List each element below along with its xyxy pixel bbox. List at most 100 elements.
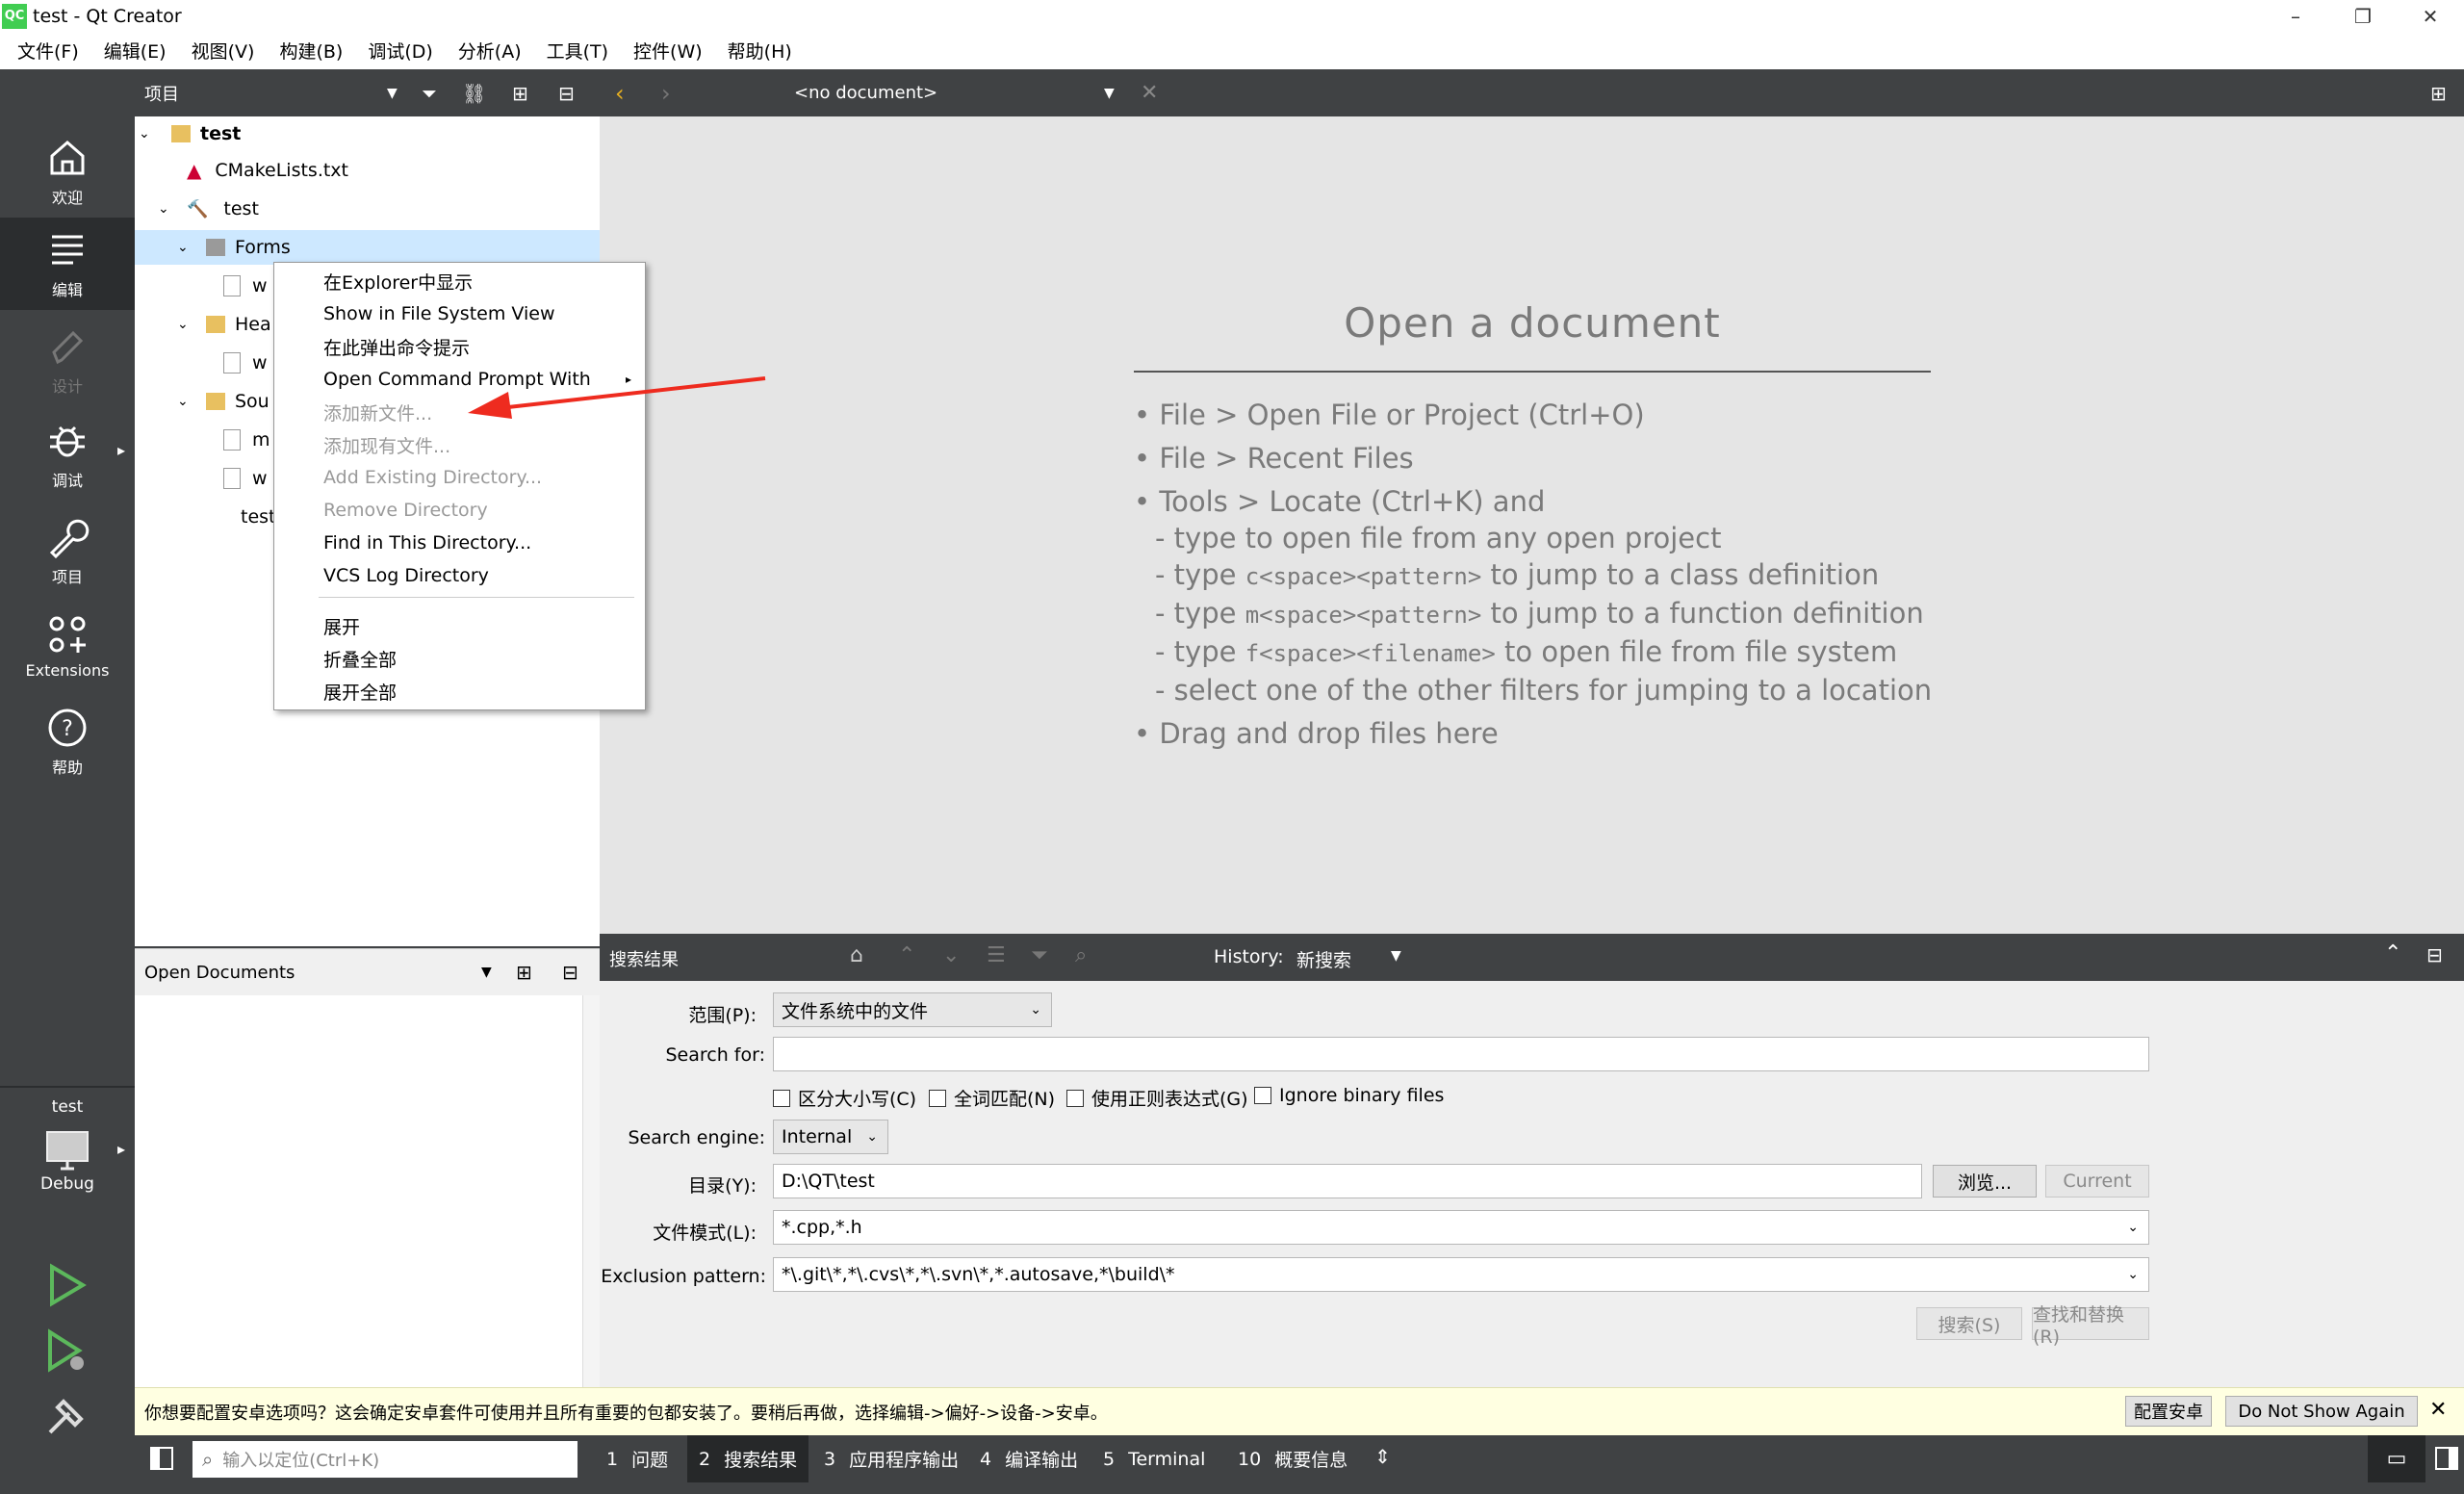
chevron-down-icon[interactable]: ⌄ [158,201,177,217]
tree-item-source-file[interactable]: m [223,423,270,457]
output-tab-compile-output[interactable]: 4 编译输出 [968,1435,1090,1482]
mode-debug[interactable]: 调试 ▸ [0,408,135,501]
chevron-down-icon[interactable]: ▼ [387,86,398,101]
ignore-binary-checkbox[interactable]: Ignore binary files [1254,1085,1444,1106]
case-sensitive-checkbox[interactable]: 区分大小写(C) [773,1085,916,1111]
mode-extensions[interactable]: Extensions [0,599,135,691]
menu-item-add-existing-files[interactable]: 添加现有文件... [323,430,631,459]
current-button[interactable]: Current [2045,1165,2149,1198]
split-icon[interactable]: ⊞ [2430,82,2447,105]
tree-item-forms[interactable]: ⌄ Forms [135,230,600,265]
menu-analyze[interactable]: 分析(A) [458,38,522,64]
tree-item-test[interactable]: test [241,500,276,534]
close-panel-icon[interactable]: ⊟ [2426,943,2443,966]
output-tab-terminal[interactable]: 5 Terminal [1091,1435,1217,1482]
menu-tools[interactable]: 工具(T) [547,38,608,64]
exclusion-pattern-input[interactable]: *\.git\*,*\.cvs\*,*\.svn\*,*.autosave,*\… [773,1257,2149,1292]
mode-projects[interactable]: 项目 [0,504,135,597]
mode-edit[interactable]: 编辑 [0,218,135,310]
menu-item-expand-all[interactable]: 展开全部 [323,677,631,706]
menu-item-show-in-explorer[interactable]: 在Explorer中显示 [323,267,631,296]
menu-file[interactable]: 文件(F) [17,38,79,64]
tree-item-header-file[interactable]: w [223,346,268,380]
previous-icon[interactable]: ⌃ [898,943,915,967]
output-tab-general-messages[interactable]: 10 概要信息 [1226,1435,1359,1482]
forward-arrow-icon[interactable]: › [661,80,671,107]
menu-item-command-prompt[interactable]: 在此弹出命令提示 [323,332,631,361]
more-tabs-icon[interactable]: ⇕ [1374,1445,1391,1468]
link-icon[interactable]: ⛓ [462,82,486,105]
find-replace-button[interactable]: 查找和替换(R) [2032,1304,2149,1348]
menu-item-show-in-file-system[interactable]: Show in File System View [323,299,631,328]
regex-checkbox[interactable]: 使用正则表达式(G) [1066,1085,1248,1111]
chevron-down-icon[interactable]: ⌄ [177,394,196,409]
output-tab-application-output[interactable]: 3 应用程序输出 [812,1435,970,1482]
browse-button[interactable]: 浏览... [1933,1165,2037,1198]
close-panel-icon[interactable]: ⊟ [562,961,578,984]
kit-selector[interactable]: Debug ▸ [0,1126,135,1213]
document-selector[interactable]: <no document> [794,83,937,103]
search-for-input[interactable] [773,1037,2149,1071]
minimize-button[interactable]: – [2262,0,2329,32]
menu-item-find-in-directory[interactable]: Find in This Directory... [323,528,631,557]
menu-item-collapse-all[interactable]: 折叠全部 [323,644,631,673]
mode-welcome[interactable]: 欢迎 [0,125,135,218]
close-panel-icon[interactable]: ⊟ [558,82,575,105]
chevron-down-icon[interactable]: ⌄ [177,240,196,255]
menu-build[interactable]: 构建(B) [279,38,343,64]
expand-icon[interactable]: ☰ [987,943,1006,967]
split-icon[interactable]: ⊞ [516,961,532,984]
close-icon[interactable]: ✕ [2429,1398,2447,1422]
tree-item-target[interactable]: ⌄ 🔨 test [158,192,259,226]
output-tab-issues[interactable]: 1 问题 [595,1435,680,1482]
split-icon[interactable]: ⊞ [512,82,528,105]
restore-button[interactable]: ❐ [2329,0,2397,32]
next-icon[interactable]: ⌄ [942,943,960,967]
chevron-down-icon[interactable]: ⌄ [139,126,158,142]
menu-controls[interactable]: 控件(W) [633,38,703,64]
chevron-down-icon[interactable]: ▼ [1391,948,1401,964]
do-not-show-again-button[interactable]: Do Not Show Again [2225,1396,2418,1427]
mode-design[interactable]: 设计 [0,314,135,406]
whole-words-checkbox[interactable]: 全词匹配(N) [929,1085,1055,1111]
menu-item-remove-directory[interactable]: Remove Directory [323,496,631,525]
chevron-down-icon[interactable]: ▼ [1104,86,1115,101]
maximize-panel-icon[interactable]: ⌃ [2384,941,2401,966]
mode-help[interactable]: ? 帮助 [0,695,135,787]
filter-icon[interactable]: ⏷ [1031,943,1048,967]
menu-item-add-existing-directory[interactable]: Add Existing Directory... [323,463,631,492]
output-tab-search-results[interactable]: 2 搜索结果 [687,1435,809,1482]
tree-item-cmakelists[interactable]: ▲ CMakeLists.txt [187,153,348,188]
tree-item-sources[interactable]: ⌄ Sou [177,384,270,419]
menu-edit[interactable]: 编辑(E) [104,38,167,64]
back-arrow-icon[interactable]: ‹ [615,80,625,107]
chevron-down-icon[interactable]: ▼ [481,965,492,980]
clear-icon[interactable]: ⌂ [850,943,863,967]
toggle-sidebar-icon[interactable] [150,1447,173,1470]
menu-view[interactable]: 视图(V) [192,38,255,64]
run-button[interactable] [42,1261,90,1314]
find-icon[interactable]: ⌕ [1075,943,1087,967]
search-button[interactable]: 搜索(S) [1916,1307,2022,1340]
search-engine-select[interactable]: Internal ⌄ [773,1120,888,1154]
chevron-down-icon[interactable]: ⌄ [177,317,196,332]
toggle-output-icon[interactable]: ▭ [2368,1435,2426,1482]
close-button[interactable]: ✕ [2397,0,2464,32]
menu-item-expand[interactable]: 展开 [323,611,631,640]
menu-help[interactable]: 帮助(H) [728,38,792,64]
scope-select[interactable]: 文件系统中的文件 ⌄ [773,992,1052,1027]
menu-item-vcs-log[interactable]: VCS Log Directory [323,561,631,590]
tree-item-root[interactable]: ⌄ test [139,116,241,151]
build-button[interactable] [42,1392,90,1445]
menu-debug[interactable]: 调试(D) [368,38,432,64]
history-selector[interactable]: 新搜索 [1296,946,1351,972]
toggle-right-sidebar-icon[interactable] [2435,1447,2458,1470]
tree-item-source-file[interactable]: w [223,461,268,496]
configure-android-button[interactable]: 配置安卓 [2125,1396,2212,1427]
debug-run-button[interactable] [42,1327,90,1379]
directory-input[interactable]: D:\QT\test [773,1164,1922,1198]
tree-item-form-file[interactable]: w [223,269,268,303]
projects-view-selector[interactable]: 项目 [144,81,179,106]
filter-icon[interactable]: ⏷ [422,82,437,105]
file-pattern-input[interactable]: *.cpp,*.h ⌄ [773,1210,2149,1245]
